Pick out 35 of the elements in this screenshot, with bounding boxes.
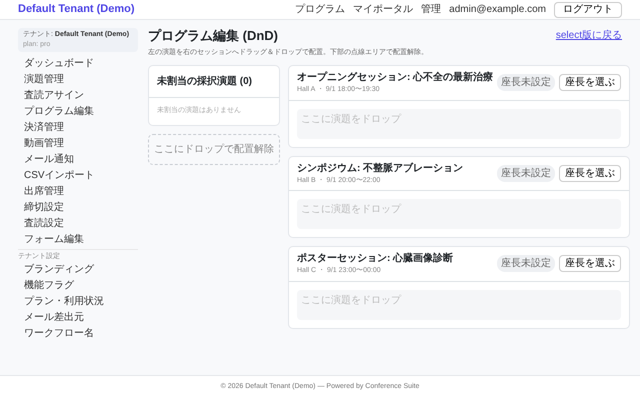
choose-chair-button[interactable]: 座長を選ぶ	[559, 164, 622, 182]
status-badge: 座長未設定	[497, 164, 556, 182]
logout-button[interactable]: ログアウト	[554, 2, 622, 18]
sidebar-item[interactable]: 演題管理	[18, 72, 138, 88]
sidebar-item[interactable]: 決済管理	[18, 120, 138, 136]
sidebar-item[interactable]: 締切設定	[18, 200, 138, 216]
nav-link[interactable]: プログラム	[295, 2, 346, 17]
brand-link[interactable]: Default Tenant (Demo)	[18, 1, 135, 18]
sidebar-item[interactable]: プラン・利用状況	[18, 294, 138, 310]
sidebar-item[interactable]: 査読設定	[18, 216, 138, 232]
sidebar-item[interactable]: メール通知	[18, 152, 138, 168]
choose-chair-button[interactable]: 座長を選ぶ	[559, 74, 622, 92]
session-title: ポスターセッション: 心臓画像診断	[297, 251, 454, 266]
status-badge: 座長未設定	[497, 255, 556, 272]
choose-chair-button[interactable]: 座長を選ぶ	[559, 255, 622, 272]
status-badge: 座長未設定	[497, 74, 556, 92]
sidebar-item[interactable]: 機能フラグ	[18, 278, 138, 294]
sidebar-item[interactable]: CSVインポート	[18, 168, 138, 184]
session-title: オープニングセッション: 心不全の最新治療	[297, 70, 494, 86]
sidebar-item[interactable]: フォーム編集	[18, 232, 138, 248]
session-title: シンポジウム: 不整脈アブレーション	[297, 162, 464, 176]
page-title: プログラム編集 (DnD)	[148, 28, 278, 44]
sidebar-item[interactable]: ワークフロー名	[18, 326, 138, 342]
nav-link[interactable]: 管理	[421, 2, 442, 17]
sidebar-item[interactable]: 出席管理	[18, 184, 138, 200]
card-title: 未割当の採択演題 (0)	[157, 74, 253, 90]
sidebar-item[interactable]: プログラム編集	[18, 104, 138, 120]
sidebar-item[interactable]: 査読アサイン	[18, 88, 138, 104]
sidebar-item[interactable]: ブランディング	[18, 262, 138, 278]
user-email: admin@example.com	[449, 3, 546, 17]
nav-link[interactable]: マイポータル	[353, 2, 414, 17]
sidebar-item[interactable]: メール差出元	[18, 310, 138, 326]
sidebar-item[interactable]: ダッシュボード	[18, 56, 138, 72]
sidebar-item[interactable]: 動画管理	[18, 136, 138, 152]
back-link[interactable]: select版に戻る	[556, 28, 622, 44]
